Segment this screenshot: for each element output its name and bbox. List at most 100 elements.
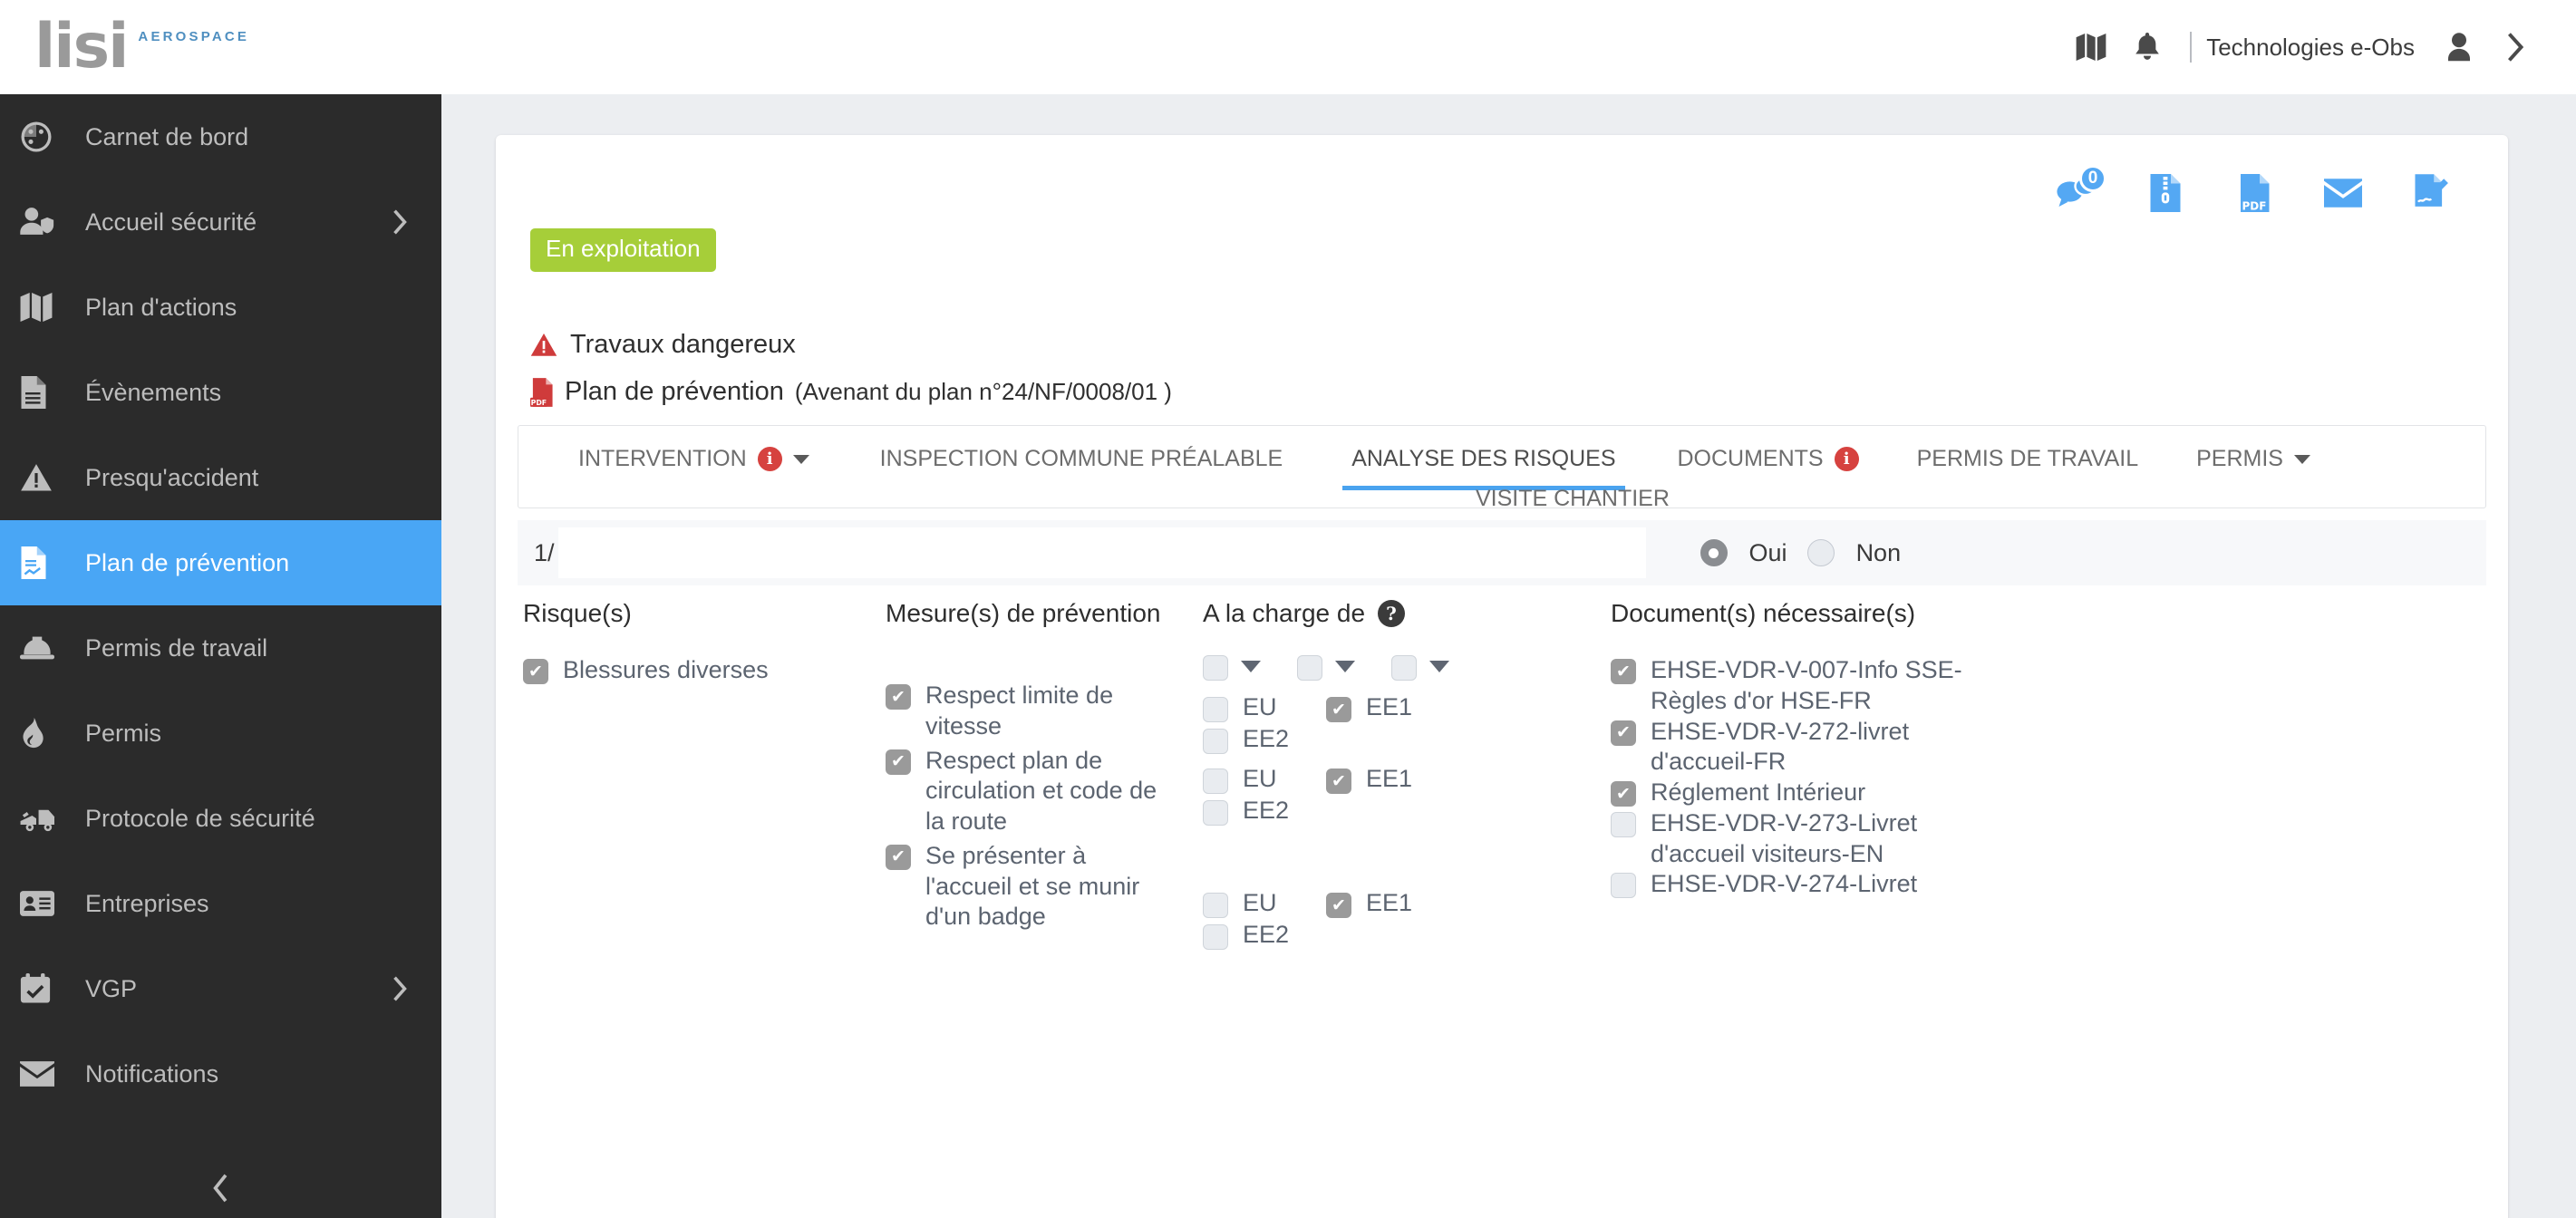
pdf-document-icon[interactable]: PDF [530,377,554,407]
checkbox[interactable] [1203,893,1228,918]
charge-eu[interactable]: EU [1203,765,1326,794]
charge-ee1[interactable]: EE1 [1326,765,1449,794]
chevron-down-icon[interactable] [1241,660,1261,672]
checkbox[interactable] [1203,655,1228,681]
charge-selector[interactable] [1391,652,1486,681]
flame-icon [20,718,71,749]
checkbox[interactable] [1203,729,1228,754]
sidebar-item-presquaccident[interactable]: Presqu'accident [0,435,441,520]
checkbox[interactable] [1203,800,1228,826]
sidebar-item-carnet-de-bord[interactable]: Carnet de bord [0,94,441,179]
sidebar-item-plan-de-prevention[interactable]: Plan de prévention [0,520,441,605]
help-circle-icon[interactable]: ? [1378,600,1406,627]
chevron-right-icon[interactable] [391,975,409,1002]
checkbox[interactable] [1611,811,1636,837]
column-header: Risque(s) [523,599,876,628]
charge-ee2[interactable]: EE2 [1203,797,1326,826]
zip-document-icon[interactable] [2139,167,2192,219]
checkbox[interactable] [1611,781,1636,807]
checkbox[interactable] [1203,768,1228,794]
chevron-down-icon[interactable] [792,454,809,464]
top-bar-right: Technologies e-Obs [2063,24,2543,71]
charge-selector[interactable] [1203,652,1297,681]
list-item[interactable]: Respect plan de circulation et code de l… [886,746,1176,837]
charge-ee2[interactable]: EE2 [1203,921,1326,950]
sidebar-item-permis[interactable]: Permis [0,691,441,776]
list-item[interactable]: EHSE-VDR-V-273-Livret d'accueil visiteur… [1611,808,1991,870]
list-item[interactable]: EHSE-VDR-V-272-livret d'accueil-FR [1611,717,1991,778]
charge-selector[interactable] [1297,652,1391,681]
sidebar-item-plan-dactions[interactable]: Plan d'actions [0,265,441,350]
list-item[interactable]: EHSE-VDR-V-007-Info SSE-Règles d'or HSE-… [1611,655,1991,717]
charge-ee2[interactable]: EE2 [1203,725,1326,754]
charge-eu[interactable]: EU [1203,889,1326,918]
column-title: A la charge de [1203,599,1366,627]
list-item-label: Réglement Intérieur [1651,778,1866,806]
sidebar-item-accueil-securite[interactable]: Accueil sécurité [0,179,441,265]
brand-logo[interactable]: lisi AEROSPACE [34,15,249,77]
radio-non[interactable] [1806,539,1835,566]
list-item[interactable]: EHSE-VDR-V-274-Livret [1611,869,1991,900]
checkbox[interactable] [1611,720,1636,746]
user-icon[interactable] [2431,24,2487,71]
charge-group-row: EU EE1 [1203,765,1593,794]
envelope-icon[interactable] [2317,167,2369,219]
sidebar-item-permis-de-travail[interactable]: Permis de travail [0,605,441,691]
sidebar-item-vgp[interactable]: VGP [0,946,441,1031]
checkbox[interactable] [1611,659,1636,684]
bell-icon[interactable] [2119,24,2175,71]
checkbox[interactable] [1326,768,1351,794]
charge-group-row: EU EE1 [1203,889,1593,918]
charge-eu[interactable]: EU [1203,693,1326,722]
question-row: 1/ Oui Non [518,520,2486,585]
map-icon[interactable] [2063,24,2119,71]
sidebar-item-protocole-de-securite[interactable]: Protocole de sécurité [0,776,441,861]
checkbox[interactable] [1203,924,1228,950]
list-item[interactable]: Respect limite de vitesse [886,681,1176,742]
chevron-down-icon[interactable] [2293,454,2310,464]
sidebar-item-label: Plan de prévention [85,548,290,576]
radio-oui[interactable] [1700,539,1728,566]
sidebar-item-evenements[interactable]: Évènements [0,350,441,435]
list-item-label: EHSE-VDR-V-007-Info SSE-Règles d'or HSE-… [1651,656,1962,714]
list-item[interactable]: Se présenter à l'accueil et se munir d'u… [886,841,1176,933]
checkbox[interactable] [1326,893,1351,918]
sidebar: Carnet de bord Accueil sécurité Plan d'a… [0,94,441,1218]
checkbox[interactable] [1203,697,1228,722]
checkbox[interactable] [886,844,911,870]
chevron-right-icon[interactable] [391,208,409,236]
sidebar-collapse-button[interactable] [0,1173,441,1204]
divider [2190,32,2193,63]
chevron-left-icon [211,1173,231,1204]
sidebar-item-label: Notifications [85,1059,219,1088]
sidebar-item-entreprises[interactable]: Entreprises [0,861,441,946]
list-item[interactable]: Réglement Intérieur [1611,778,1991,808]
charge-group-row: EE2 [1203,921,1593,950]
chevron-right-icon[interactable] [2487,24,2543,71]
list-item[interactable]: Blessures diverses [523,655,876,686]
checkbox[interactable] [1611,873,1636,899]
charge-ee1[interactable]: EE1 [1326,693,1449,722]
card-action-bar: 0 PDF [2050,165,2458,219]
question-input[interactable] [557,527,1646,578]
checkbox[interactable] [886,684,911,710]
radio-non-label: Non [1855,538,1902,566]
column-header: Mesure(s) de prévention [886,599,1176,628]
charge-ee1[interactable]: EE1 [1326,889,1449,918]
warning-triangle-icon [530,333,557,357]
checkbox[interactable] [886,749,911,775]
checkbox[interactable] [1297,655,1322,681]
chevron-down-icon[interactable] [1429,660,1449,672]
checkbox[interactable] [523,659,548,684]
pdf-document-icon[interactable]: PDF [2228,167,2281,219]
checkbox[interactable] [1391,655,1417,681]
list-item-label: Blessures diverses [563,656,769,683]
comments-icon[interactable]: 0 [2050,165,2106,219]
sign-document-icon[interactable] [2406,167,2458,219]
checkbox[interactable] [1326,697,1351,722]
sidebar-item-notifications[interactable]: Notifications [0,1031,441,1116]
truck-icon [20,805,71,832]
danger-work-row: Travaux dangereux [530,330,796,360]
column-title: Risque(s) [523,599,632,627]
chevron-down-icon[interactable] [1335,660,1355,672]
